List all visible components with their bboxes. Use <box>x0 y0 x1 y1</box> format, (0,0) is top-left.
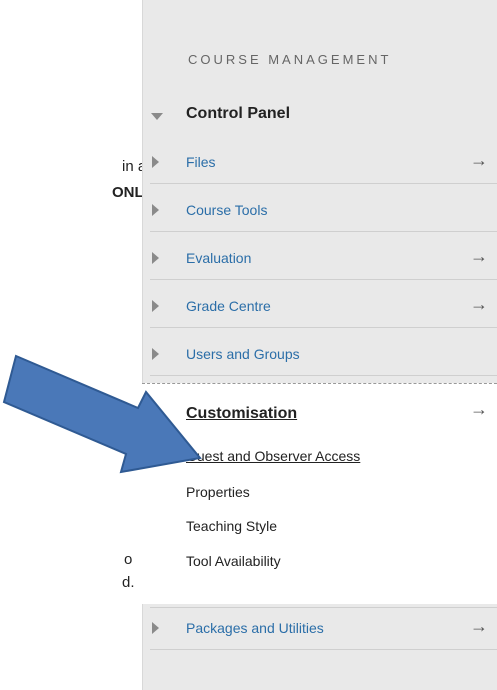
callout-arrow-icon <box>2 354 202 474</box>
